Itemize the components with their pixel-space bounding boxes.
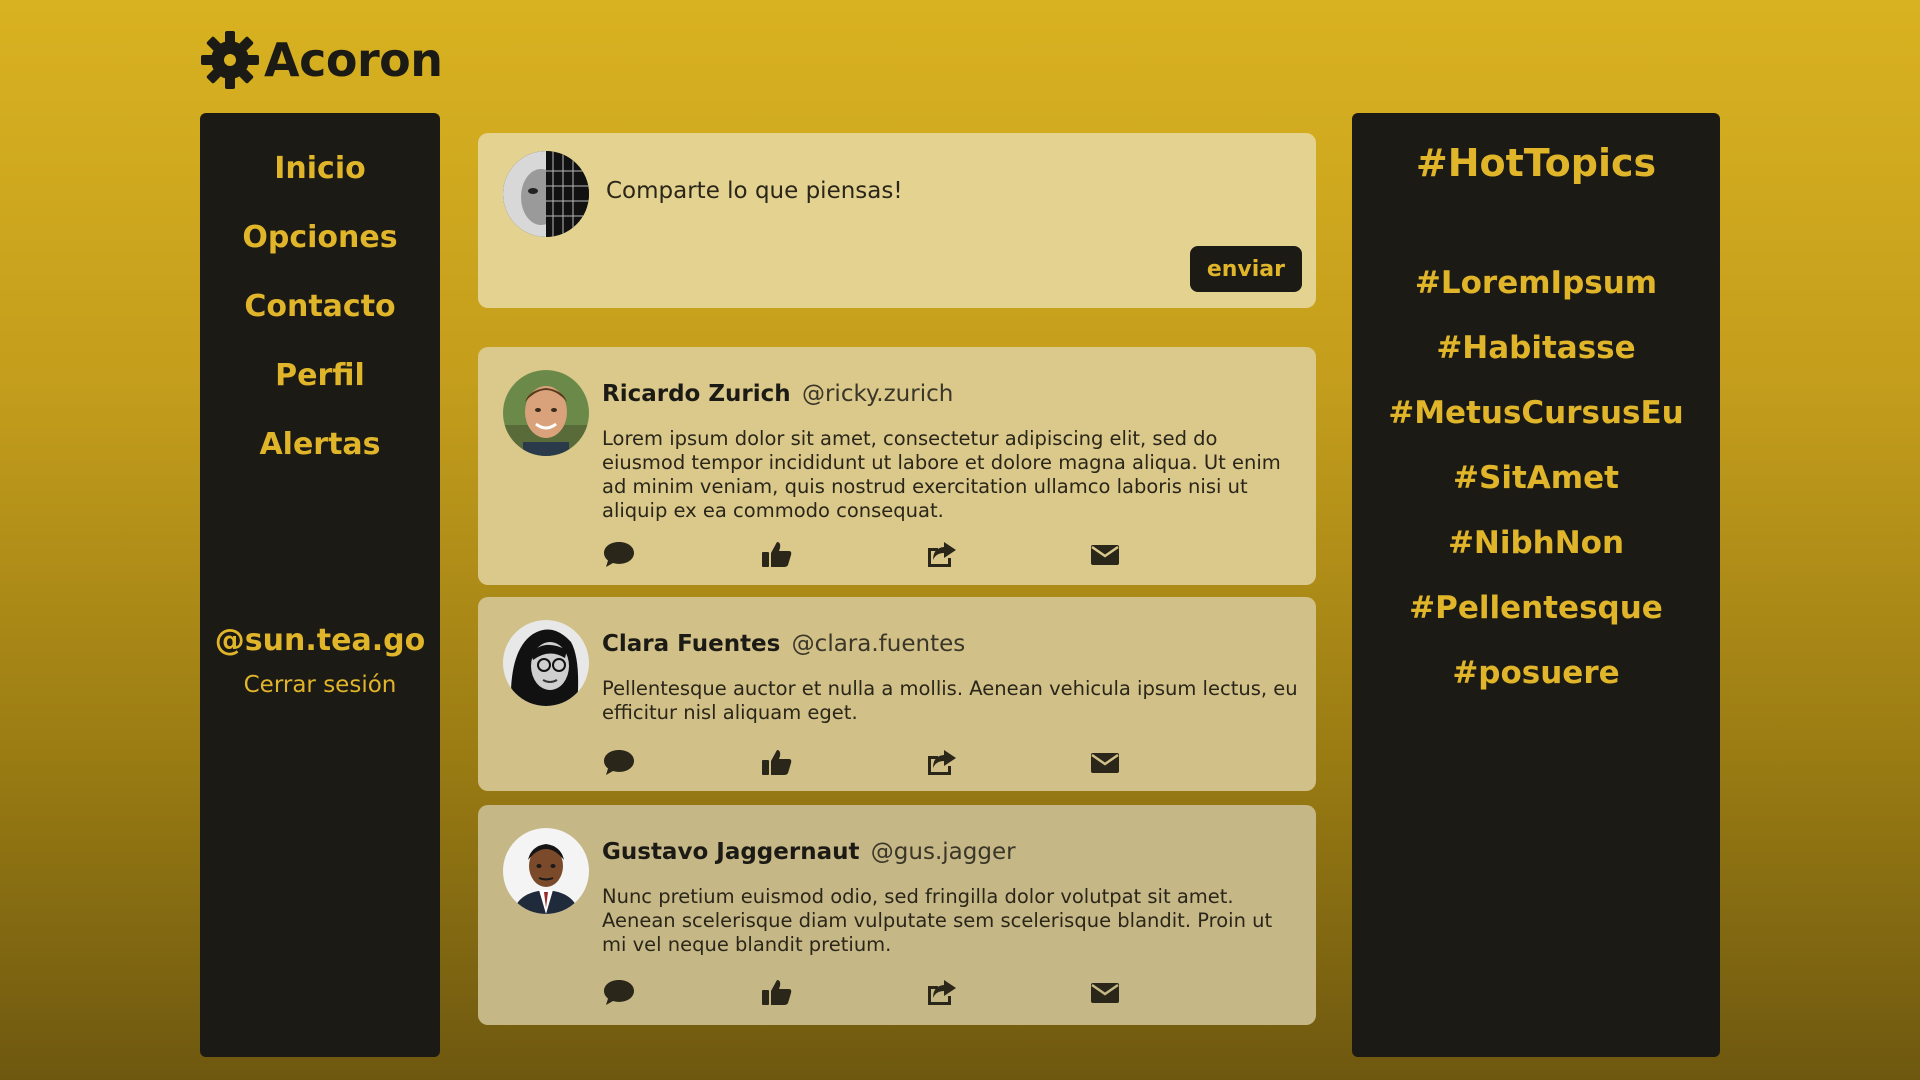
nav-item-alertas[interactable]: Alertas (200, 417, 440, 486)
post-composer: enviar (478, 133, 1316, 308)
send-button[interactable]: enviar (1189, 246, 1302, 292)
hot-topics-list: #LoremIpsum #Habitasse #MetusCursusEu #S… (1352, 251, 1720, 706)
topic-link[interactable]: #Pellentesque (1352, 576, 1720, 641)
current-user: @sun.tea.go Cerrar sesión (200, 623, 440, 698)
composer-avatar (503, 151, 589, 237)
post-author[interactable]: Gustavo Jaggernaut (602, 839, 859, 865)
nav-item-inicio[interactable]: Inicio (200, 141, 440, 210)
gear-icon (200, 30, 260, 90)
user-handle: @sun.tea.go (214, 623, 426, 658)
hot-topics-title: #HotTopics (1415, 141, 1657, 185)
envelope-icon[interactable] (1088, 747, 1122, 777)
post-handle[interactable]: @ricky.zurich (802, 381, 953, 407)
topic-link[interactable]: #LoremIpsum (1352, 251, 1720, 316)
post-card: Clara Fuentes @clara.fuentes Pellentesqu… (478, 597, 1316, 791)
thumbs-up-icon[interactable] (760, 977, 794, 1007)
post-text: Nunc pretium euismod odio, sed fringilla… (602, 885, 1273, 956)
thumbs-up-icon[interactable] (760, 539, 794, 569)
post-text: Pellentesque auctor et nulla a mollis. A… (602, 677, 1298, 724)
share-icon[interactable] (924, 977, 958, 1007)
author-avatar[interactable] (503, 828, 589, 914)
brand-name: Acoron (264, 33, 443, 87)
post-text: Lorem ipsum dolor sit amet, consectetur … (602, 427, 1281, 522)
composer-input[interactable] (606, 171, 1266, 211)
post-author[interactable]: Ricardo Zurich (602, 381, 791, 407)
main-nav: Inicio Opciones Contacto Perfil Alertas (200, 141, 440, 486)
author-avatar[interactable] (503, 370, 589, 456)
post-handle[interactable]: @gus.jagger (871, 839, 1016, 865)
envelope-icon[interactable] (1088, 977, 1122, 1007)
comment-icon[interactable] (602, 977, 636, 1007)
brand-logo[interactable]: Acoron (200, 28, 443, 92)
envelope-icon[interactable] (1088, 539, 1122, 569)
topic-link[interactable]: #NibhNon (1352, 511, 1720, 576)
nav-item-opciones[interactable]: Opciones (200, 210, 440, 279)
share-icon[interactable] (924, 747, 958, 777)
comment-icon[interactable] (602, 747, 636, 777)
topic-link[interactable]: #SitAmet (1352, 446, 1720, 511)
post-actions (602, 747, 1142, 779)
left-sidebar: Inicio Opciones Contacto Perfil Alertas … (200, 113, 440, 1057)
topic-link[interactable]: #posuere (1352, 641, 1720, 706)
topic-link[interactable]: #MetusCursusEu (1352, 381, 1720, 446)
post-card: Gustavo Jaggernaut @gus.jagger Nunc pret… (478, 805, 1316, 1025)
nav-item-perfil[interactable]: Perfil (200, 348, 440, 417)
hot-topics-panel: #HotTopics #LoremIpsum #Habitasse #Metus… (1352, 113, 1720, 1057)
comment-icon[interactable] (602, 539, 636, 569)
post-author[interactable]: Clara Fuentes (602, 631, 780, 657)
nav-item-contacto[interactable]: Contacto (200, 279, 440, 348)
share-icon[interactable] (924, 539, 958, 569)
thumbs-up-icon[interactable] (760, 747, 794, 777)
author-avatar[interactable] (503, 620, 589, 706)
post-card: Ricardo Zurich @ricky.zurich Lorem ipsum… (478, 347, 1316, 585)
post-actions (602, 977, 1142, 1009)
post-actions (602, 539, 1142, 571)
logout-link[interactable]: Cerrar sesión (244, 672, 397, 698)
post-handle[interactable]: @clara.fuentes (792, 631, 966, 657)
topic-link[interactable]: #Habitasse (1352, 316, 1720, 381)
